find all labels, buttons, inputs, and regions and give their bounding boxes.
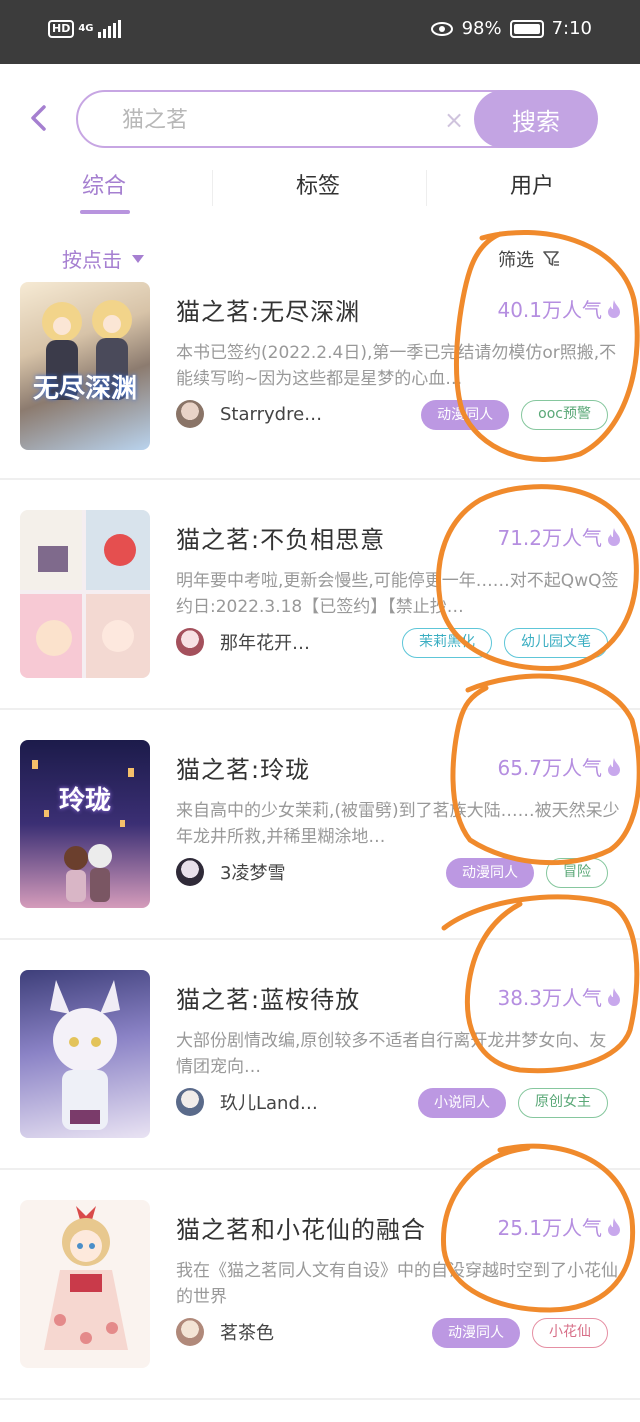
tag[interactable]: 茉莉黑化 bbox=[402, 628, 492, 658]
divider bbox=[0, 708, 640, 710]
book-description: 明年要中考啦,更新会慢些,可能停更一年……对不起QwQ签约日:2022.3.18… bbox=[176, 571, 619, 617]
battery-percent: 98% bbox=[461, 18, 502, 39]
book-cover[interactable] bbox=[20, 970, 150, 1138]
popularity-count: 38.3万人气 bbox=[497, 986, 602, 1010]
book-item[interactable]: 猫之茗:不负相思意 71.2万人气 明年要中考啦,更新会慢些,可能停更一年……对… bbox=[0, 510, 640, 740]
tab-divider bbox=[426, 170, 427, 206]
hd-badge: HD bbox=[48, 20, 75, 38]
tag[interactable]: 动漫同人 bbox=[446, 858, 534, 888]
flame-icon bbox=[608, 299, 620, 318]
divider bbox=[0, 478, 640, 480]
status-bar: HD 4G 98% 7:10 bbox=[0, 0, 640, 64]
popularity: 65.7万人气 bbox=[497, 752, 622, 781]
book-title[interactable]: 猫之茗:玲珑 bbox=[176, 750, 310, 785]
tag[interactable]: 动漫同人 bbox=[421, 400, 510, 430]
sort-dropdown[interactable]: 按点击 bbox=[62, 244, 144, 273]
avatar bbox=[176, 400, 204, 428]
flame-icon bbox=[608, 527, 620, 546]
tag-list: 动漫同人 ooc预警 bbox=[421, 400, 608, 430]
caret-down-icon bbox=[132, 254, 144, 263]
clear-icon[interactable]: × bbox=[444, 108, 464, 132]
author-name: 茗茶色 bbox=[220, 1323, 274, 1344]
flame-icon bbox=[608, 1217, 620, 1236]
author-name: Starrydre… bbox=[220, 403, 323, 425]
signal-icon bbox=[97, 20, 121, 38]
popularity: 38.3万人气 bbox=[497, 982, 622, 1011]
author[interactable]: 茗茶色 bbox=[176, 1318, 274, 1346]
divider bbox=[0, 1168, 640, 1170]
author-name: 玖儿Land… bbox=[220, 1093, 318, 1114]
cover-title: 无尽深渊 bbox=[32, 374, 137, 404]
flame-icon bbox=[608, 987, 620, 1006]
book-title[interactable]: 猫之茗:蓝桉待放 bbox=[176, 980, 360, 1015]
avatar bbox=[176, 858, 204, 886]
battery-icon bbox=[509, 19, 544, 38]
book-title[interactable]: 猫之茗:不负相思意 bbox=[176, 520, 385, 555]
status-left: HD 4G bbox=[48, 20, 121, 38]
tab-bar: 综合 标签 用户 bbox=[0, 160, 640, 216]
search-button[interactable]: 搜索 bbox=[474, 90, 598, 148]
book-item[interactable]: 玲珑 猫之茗:玲珑 65.7万人气 来自高中的少女茉莉,(被雷劈)到了茗族大陆…… bbox=[0, 740, 640, 970]
book-description: 我在《猫之茗同人文有自设》中的自设穿越时空到了小花仙的世界 bbox=[176, 1261, 618, 1307]
book-item[interactable]: 猫之茗:蓝桉待放 38.3万人气 大部份剧情改编,原创较多不适者自行离开龙井梦女… bbox=[0, 970, 640, 1200]
author-name: 3凌梦雪 bbox=[220, 863, 286, 884]
back-arrow-icon[interactable] bbox=[28, 104, 50, 132]
popularity: 40.1万人气 bbox=[497, 294, 622, 323]
flame-icon bbox=[608, 757, 620, 776]
book-description: 来自高中的少女茉莉,(被雷劈)到了茗族大陆……被天然呆少年龙井所救,并稀里糊涂地… bbox=[176, 801, 620, 847]
tag[interactable]: 原创女主 bbox=[518, 1088, 608, 1118]
tag[interactable]: 小说同人 bbox=[418, 1088, 506, 1118]
clock: 7:10 bbox=[551, 18, 592, 39]
tag[interactable]: 小花仙 bbox=[532, 1318, 608, 1348]
tag[interactable]: 冒险 bbox=[546, 858, 608, 888]
tag-list: 动漫同人 小花仙 bbox=[432, 1318, 608, 1348]
avatar bbox=[176, 628, 204, 656]
tab-divider bbox=[212, 170, 213, 206]
divider bbox=[0, 938, 640, 940]
tab-users[interactable]: 用户 bbox=[510, 168, 554, 200]
book-title[interactable]: 猫之茗和小花仙的融合 bbox=[176, 1210, 426, 1245]
popularity-count: 25.1万人气 bbox=[497, 1216, 602, 1240]
filter-icon bbox=[543, 251, 559, 266]
filter-label: 筛选 bbox=[498, 250, 534, 271]
book-cover[interactable]: 玲珑 bbox=[20, 740, 150, 908]
book-title[interactable]: 猫之茗:无尽深渊 bbox=[176, 292, 360, 327]
popularity-count: 65.7万人气 bbox=[497, 756, 602, 780]
popularity: 25.1万人气 bbox=[497, 1212, 622, 1241]
divider bbox=[0, 1398, 640, 1400]
book-item[interactable]: 猫之茗和小花仙的融合 25.1万人气 我在《猫之茗同人文有自设》中的自设穿越时空… bbox=[0, 1200, 640, 1422]
author[interactable]: 3凌梦雪 bbox=[176, 858, 285, 886]
filter-button[interactable]: 筛选 bbox=[498, 246, 560, 272]
tag[interactable]: ooc预警 bbox=[521, 400, 608, 430]
book-cover[interactable]: 无尽深渊 bbox=[20, 282, 150, 450]
tag-list: 茉莉黑化 幼儿园文笔 bbox=[402, 628, 608, 658]
tag-list: 小说同人 原创女主 bbox=[418, 1088, 608, 1118]
search-input[interactable] bbox=[122, 104, 422, 136]
author[interactable]: 那年花开… bbox=[176, 628, 310, 656]
author-name: 那年花开… bbox=[220, 633, 310, 654]
status-right: 98% 7:10 bbox=[430, 18, 592, 39]
tag[interactable]: 动漫同人 bbox=[432, 1318, 520, 1348]
author[interactable]: 玖儿Land… bbox=[176, 1088, 318, 1116]
avatar bbox=[176, 1318, 204, 1346]
popularity: 71.2万人气 bbox=[497, 522, 622, 551]
tag[interactable]: 幼儿园文笔 bbox=[504, 628, 608, 658]
book-description: 本书已签约(2022.2.4日),第一季已完结请勿模仿or照搬,不能续写哟~因为… bbox=[176, 343, 617, 389]
tab-general[interactable]: 综合 bbox=[82, 168, 126, 200]
tag-list: 动漫同人 冒险 bbox=[446, 858, 608, 888]
popularity-count: 71.2万人气 bbox=[497, 526, 602, 550]
avatar bbox=[176, 1088, 204, 1116]
sort-label: 按点击 bbox=[62, 248, 122, 272]
network-label: 4G bbox=[78, 23, 94, 34]
author[interactable]: Starrydre… bbox=[176, 400, 322, 428]
tab-underline bbox=[80, 210, 130, 214]
book-description: 大部份剧情改编,原创较多不适者自行离开龙井梦女向、友情团宠向… bbox=[176, 1031, 607, 1077]
book-cover[interactable] bbox=[20, 1200, 150, 1368]
popularity-count: 40.1万人气 bbox=[497, 298, 602, 322]
cover-title: 玲珑 bbox=[58, 786, 111, 816]
book-cover[interactable] bbox=[20, 510, 150, 678]
eye-icon bbox=[430, 21, 453, 36]
tab-tags[interactable]: 标签 bbox=[296, 168, 340, 200]
